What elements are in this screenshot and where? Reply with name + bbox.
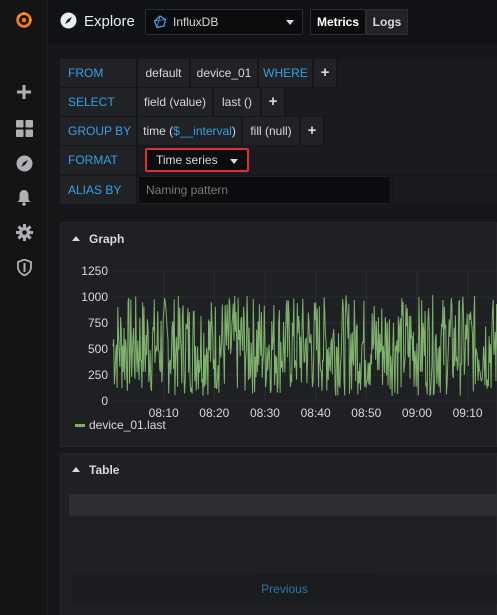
y-tick-label: 750	[88, 316, 108, 330]
graph-panel: Graph 0 250 500 750 1000 1250 08:10 08:20 08:30 0…	[60, 222, 497, 447]
explore-main: Explore InfluxDB Metrics Logs FROM defau…	[48, 0, 497, 615]
x-tick-label: 08:50	[351, 406, 381, 417]
group-by-time-segment[interactable]: time ($__interval)	[138, 117, 241, 145]
format-select[interactable]: Time series	[145, 148, 249, 172]
datasource-picker[interactable]: InfluxDB	[145, 9, 303, 35]
table-header-row	[69, 494, 497, 516]
datasource-name: InfluxDB	[173, 15, 219, 29]
x-tick-label: 09:10	[453, 406, 483, 417]
explore-toolbar: Explore InfluxDB Metrics Logs	[48, 0, 497, 44]
row-filler	[325, 117, 497, 145]
explore-icon	[60, 12, 77, 29]
query-row-from: FROM default device_01 WHERE +	[60, 59, 497, 87]
y-tick-label: 250	[88, 368, 108, 382]
influxdb-icon	[153, 15, 167, 29]
from-label: FROM	[60, 59, 136, 87]
graph-plot[interactable]: 0 250 500 750 1000 1250 08:10 08:20 08:30 08:40 08…	[61, 257, 497, 417]
x-tick-label: 08:30	[250, 406, 280, 417]
format-label: FORMAT	[60, 146, 136, 174]
legend-series-label: device_01.last	[89, 418, 166, 432]
plus-icon[interactable]	[14, 82, 34, 102]
row-filler	[286, 88, 497, 116]
page-title: Explore	[84, 13, 135, 30]
add-group-by-button[interactable]: +	[301, 117, 323, 145]
query-row-alias: ALIAS BY Naming pattern	[60, 176, 497, 204]
graph-title: Graph	[89, 232, 125, 246]
format-value: Time series	[156, 153, 218, 167]
alias-by-label: ALIAS BY	[60, 176, 136, 204]
graph-panel-header[interactable]: Graph	[61, 223, 497, 255]
metrics-mode-button[interactable]: Metrics	[310, 9, 366, 35]
time-prefix: time (	[143, 124, 174, 138]
collapse-caret-icon[interactable]	[72, 467, 80, 472]
legend-swatch	[75, 424, 85, 427]
add-select-button[interactable]: +	[262, 88, 284, 116]
x-tick-label: 08:20	[199, 406, 229, 417]
select-label: SELECT	[60, 88, 136, 116]
x-tick-label: 08:10	[149, 406, 179, 417]
table-panel: Table Previous	[60, 453, 497, 615]
chevron-down-icon	[230, 159, 238, 164]
alias-input[interactable]: Naming pattern	[138, 176, 391, 204]
y-tick-label: 500	[88, 342, 108, 356]
bell-icon[interactable]	[14, 187, 34, 207]
table-panel-header[interactable]: Table	[61, 454, 497, 486]
retention-policy-segment[interactable]: default	[138, 59, 189, 87]
table-title: Table	[89, 463, 120, 477]
explore-icon[interactable]	[14, 153, 34, 173]
row-filler	[338, 59, 497, 87]
query-row-group-by: GROUP BY time ($__interval) fill (null) …	[60, 117, 497, 145]
time-suffix: )	[231, 124, 236, 138]
y-tick-label: 1000	[81, 290, 108, 304]
logs-mode-button[interactable]: Logs	[366, 9, 408, 35]
grafana-logo-icon[interactable]	[14, 10, 34, 30]
series-line-device-01-last	[112, 295, 497, 397]
interval-variable: $__interval	[173, 124, 232, 138]
field-segment[interactable]: field (value)	[138, 88, 212, 116]
previous-page-button[interactable]: Previous	[71, 574, 497, 604]
dashboards-icon[interactable]	[14, 118, 34, 138]
x-tick-label: 08:40	[301, 406, 331, 417]
sidebar	[0, 0, 48, 615]
query-row-format: FORMAT Time series	[60, 146, 497, 174]
gear-icon[interactable]	[14, 222, 34, 242]
measurement-segment[interactable]: device_01	[191, 59, 257, 87]
group-by-label: GROUP BY	[60, 117, 136, 145]
selector-function-segment[interactable]: last ()	[214, 88, 260, 116]
x-tick-label: 09:00	[402, 406, 432, 417]
shield-icon[interactable]	[14, 257, 34, 277]
y-tick-label: 1250	[81, 264, 108, 278]
add-where-button[interactable]: +	[314, 59, 336, 87]
collapse-caret-icon[interactable]	[72, 236, 80, 241]
row-filler	[394, 176, 497, 204]
fill-segment[interactable]: fill (null)	[243, 117, 299, 145]
where-keyword: WHERE	[259, 59, 312, 87]
y-tick-label: 0	[101, 394, 108, 408]
query-row-select: SELECT field (value) last () +	[60, 88, 497, 116]
chevron-down-icon	[286, 20, 294, 25]
